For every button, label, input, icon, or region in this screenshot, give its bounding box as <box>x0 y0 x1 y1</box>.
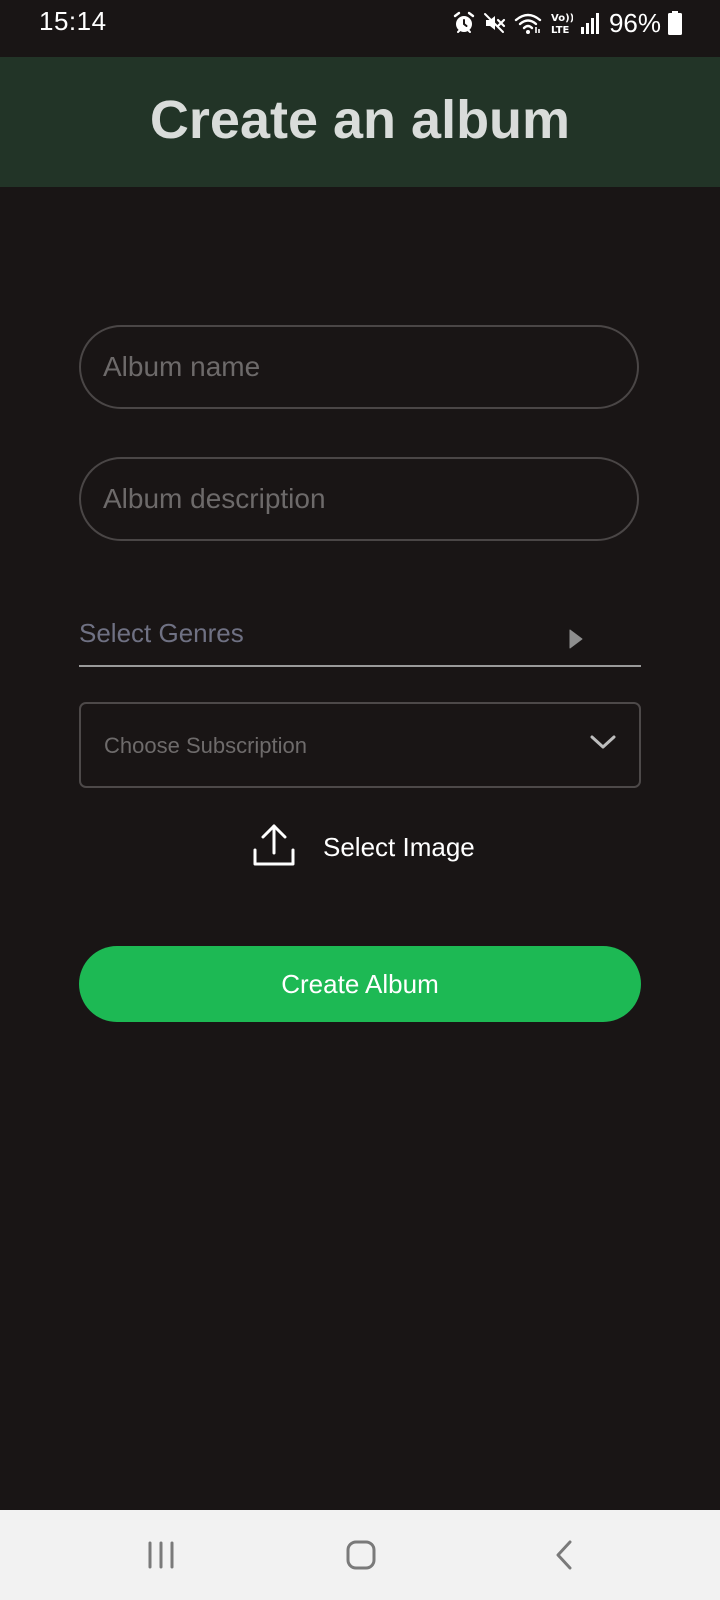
subscription-placeholder: Choose Subscription <box>104 733 308 758</box>
home-icon[interactable] <box>346 1540 376 1575</box>
svg-text:LTE: LTE <box>551 25 570 36</box>
volte-icon: Vo)) LTE <box>549 10 573 36</box>
genres-dropdown[interactable]: Select Genres <box>79 605 641 667</box>
status-time: 15:14 <box>39 6 107 36</box>
select-image-label: Select Image <box>323 831 475 862</box>
upload-icon <box>253 823 295 872</box>
page-title: Create an album <box>149 90 571 150</box>
subscription-select[interactable]: Choose Subscription <box>79 702 641 788</box>
create-album-screen: 15:14 Vo)) LTE 96% Create an album Album… <box>0 0 720 1600</box>
create-album-button[interactable]: Create Album <box>79 946 641 1022</box>
mute-icon <box>483 11 507 35</box>
battery-icon <box>668 11 682 35</box>
recents-icon[interactable] <box>146 1540 176 1575</box>
signal-icon <box>580 12 600 34</box>
album-name-input[interactable] <box>79 325 639 409</box>
genres-label: Select Genres <box>79 618 244 648</box>
wifi-icon <box>514 11 542 35</box>
system-nav-bar <box>0 1510 720 1600</box>
chevron-down-icon <box>589 732 617 757</box>
back-icon[interactable] <box>553 1540 577 1575</box>
alarm-icon <box>452 11 476 35</box>
battery-percentage: 96% <box>608 7 661 38</box>
status-icons: Vo)) LTE 96% <box>452 8 682 38</box>
album-description-input[interactable] <box>79 457 639 541</box>
app-header: Create an album <box>0 57 720 187</box>
svg-text:Vo)): Vo)) <box>551 13 573 24</box>
select-image-button[interactable]: Select Image <box>253 824 475 870</box>
caret-right-icon <box>569 629 583 654</box>
status-bar: 15:14 Vo)) LTE 96% <box>0 0 720 57</box>
